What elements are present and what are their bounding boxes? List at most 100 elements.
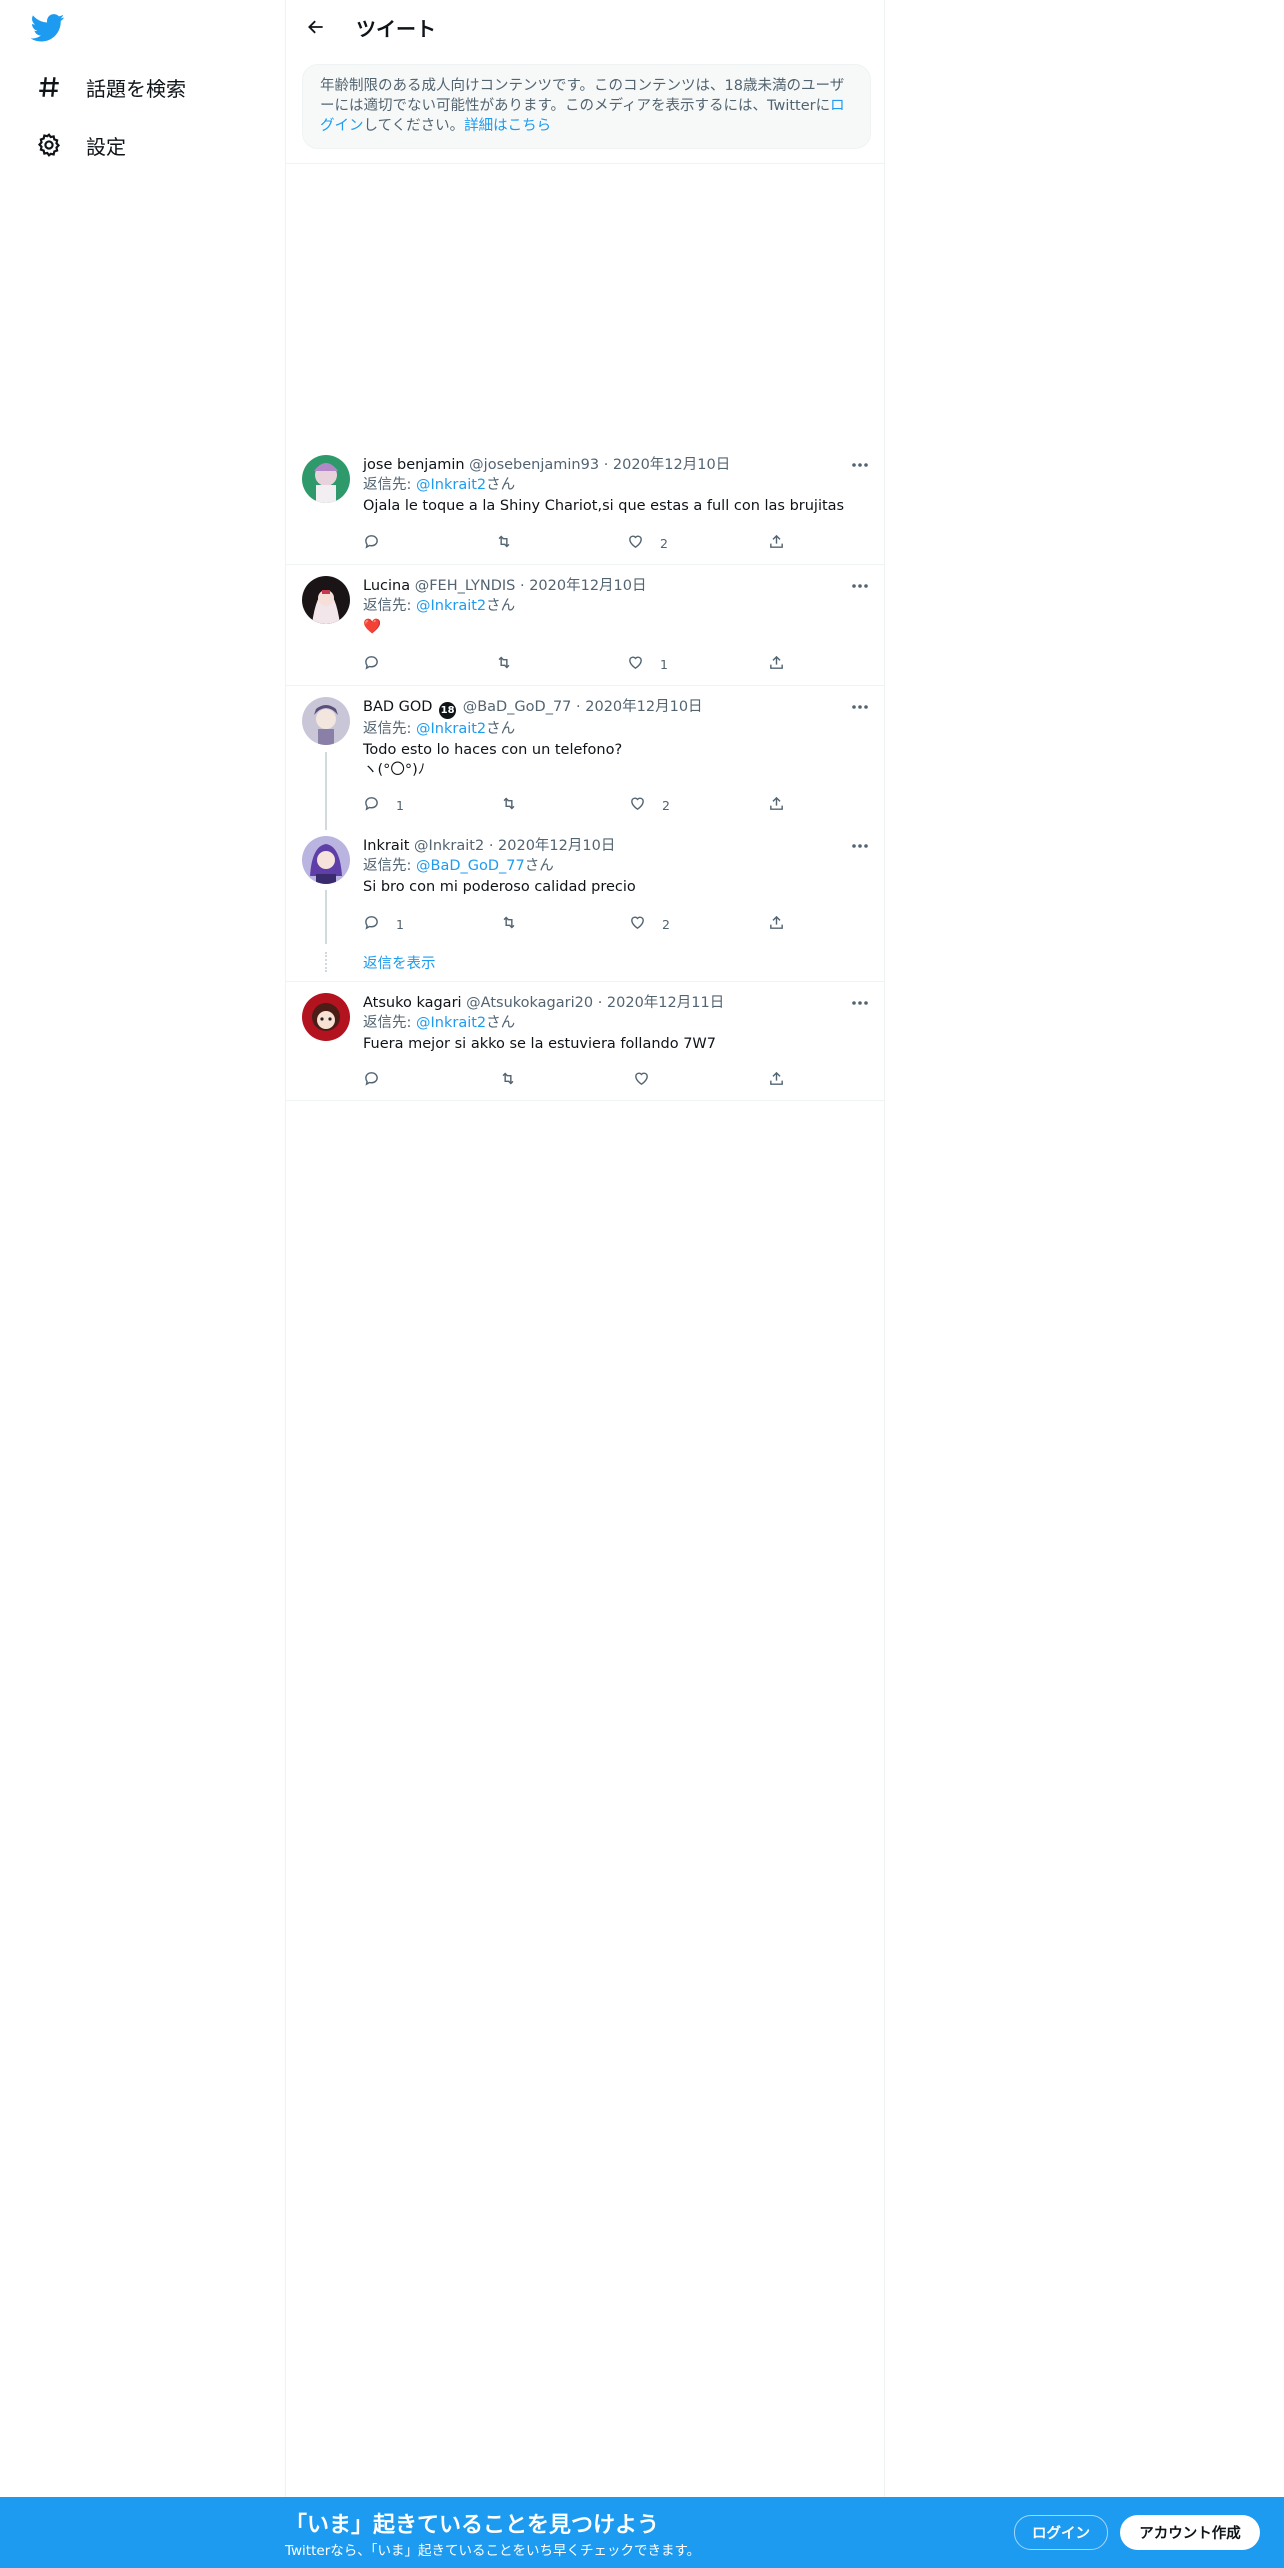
timestamp[interactable]: 2020年12月11日 <box>607 995 724 1011</box>
sidebar: 話題を検索 設定 <box>0 0 285 2568</box>
timestamp[interactable]: 2020年12月10日 <box>613 457 730 473</box>
tweet-meta: Atsuko kagari @Atsukokagari20 · 2020年12月… <box>363 993 872 1013</box>
user-handle[interactable]: @Atsukokagari20 <box>466 995 593 1011</box>
login-prompt-bar: 「いま」起きていることを見つけよう Twitterなら、「いま」起きていることを… <box>0 2497 1284 2568</box>
age-18-badge-icon: 18 <box>439 702 457 719</box>
reply-to-line: 返信先: @Inkrait2さん <box>363 475 872 496</box>
more-options-icon[interactable] <box>848 455 872 475</box>
sidebar-item-label: 設定 <box>86 134 126 159</box>
reply-to-line: 返信先: @Inkrait2さん <box>363 1013 872 1034</box>
mention-link[interactable]: @Inkrait2 <box>416 1015 486 1031</box>
like-button[interactable]: 2 <box>627 532 668 554</box>
login-button[interactable]: ログイン <box>1014 2515 1108 2550</box>
reply-suffix: さん <box>486 477 516 493</box>
tweet-text: Si bro con mi poderoso calidad precio <box>363 879 636 895</box>
more-options-icon[interactable] <box>848 836 872 856</box>
heart-icon <box>629 795 646 815</box>
heart-icon <box>627 654 644 674</box>
back-arrow-icon[interactable] <box>298 9 334 45</box>
retweet-icon <box>499 1070 517 1090</box>
reply-tweet[interactable]: Atsuko kagari @Atsukokagari20 · 2020年12月… <box>286 993 884 1100</box>
avatar[interactable] <box>302 836 350 884</box>
display-name[interactable]: BAD GOD <box>363 699 432 715</box>
reply-to-line: 返信先: @Inkrait2さん <box>363 719 872 740</box>
twitter-logo-icon[interactable] <box>30 14 65 42</box>
reply-tweet[interactable]: Lucina @FEH_LYNDIS · 2020年12月10日 返信先: @I… <box>286 576 884 685</box>
reply-tweet[interactable]: BAD GOD 18 @BaD_GoD_77 · 2020年12月10日 返信先… <box>286 697 884 822</box>
reply-tweet[interactable]: Inkrait @Inkrait2 · 2020年12月10日 返信先: @Ba… <box>286 836 884 944</box>
share-icon <box>768 1070 785 1090</box>
separator-dot: · <box>597 995 603 1011</box>
user-handle[interactable]: @BaD_GoD_77 <box>463 699 572 715</box>
reply-icon <box>363 533 380 553</box>
prompt-title: 「いま」起きていることを見つけよう <box>285 2513 660 2538</box>
sidebar-item-explore[interactable]: 話題を検索 <box>34 67 186 107</box>
avatar[interactable] <box>302 697 350 745</box>
prompt-subtitle: Twitterなら、「いま」起きていることをいち早くチェックできます。 <box>285 2543 701 2559</box>
mention-link[interactable]: @Inkrait2 <box>416 721 486 737</box>
reply-to-line: 返信先: @Inkrait2さん <box>363 596 872 617</box>
share-button[interactable] <box>768 913 785 935</box>
more-options-icon[interactable] <box>848 993 872 1013</box>
more-options-icon[interactable] <box>848 576 872 596</box>
user-handle[interactable]: @josebenjamin93 <box>469 457 599 473</box>
divider <box>286 1100 884 1101</box>
timestamp[interactable]: 2020年12月10日 <box>498 838 615 854</box>
reply-button[interactable] <box>363 653 396 675</box>
retweet-button[interactable] <box>495 532 529 554</box>
like-button[interactable] <box>633 1069 666 1091</box>
separator-dot: · <box>576 699 581 715</box>
page-header: ツイート <box>286 0 884 54</box>
reply-button[interactable]: 1 <box>363 913 404 935</box>
signup-button[interactable]: アカウント作成 <box>1120 2515 1260 2550</box>
share-icon <box>768 795 785 815</box>
tweet-meta: Lucina @FEH_LYNDIS · 2020年12月10日 <box>363 576 872 596</box>
retweet-button[interactable] <box>495 653 529 675</box>
like-button[interactable]: 1 <box>627 653 668 675</box>
share-button[interactable] <box>768 1069 785 1091</box>
like-button[interactable]: 2 <box>629 913 670 935</box>
timestamp[interactable]: 2020年12月10日 <box>585 699 702 715</box>
reply-label: 返信先: <box>363 598 416 614</box>
reply-button[interactable] <box>363 1069 396 1091</box>
reply-tweet[interactable]: jose benjamin @josebenjamin93 · 2020年12月… <box>286 455 884 564</box>
heart-icon <box>629 914 646 934</box>
user-handle[interactable]: @Inkrait2 <box>414 838 484 854</box>
more-options-icon[interactable] <box>848 697 872 717</box>
mention-link[interactable]: @Inkrait2 <box>416 598 486 614</box>
share-button[interactable] <box>768 653 785 675</box>
display-name[interactable]: Atsuko kagari <box>363 995 462 1011</box>
user-handle[interactable]: @FEH_LYNDIS <box>415 578 516 594</box>
divider <box>286 981 884 982</box>
retweet-button[interactable] <box>500 913 534 935</box>
timestamp[interactable]: 2020年12月10日 <box>529 578 646 594</box>
reply-label: 返信先: <box>363 1015 416 1031</box>
share-button[interactable] <box>768 794 785 816</box>
details-link[interactable]: 詳細はこちら <box>464 118 551 134</box>
reply-icon <box>363 914 380 934</box>
divider <box>286 564 884 565</box>
retweet-button[interactable] <box>500 794 534 816</box>
display-name[interactable]: Lucina <box>363 578 410 594</box>
avatar[interactable] <box>302 993 350 1041</box>
retweet-button[interactable] <box>499 1069 533 1091</box>
retweet-icon <box>500 795 518 815</box>
reply-button[interactable]: 1 <box>363 794 404 816</box>
show-replies-link[interactable]: 返信を表示 <box>363 952 436 973</box>
like-button[interactable]: 2 <box>629 794 670 816</box>
avatar[interactable] <box>302 576 350 624</box>
mention-link[interactable]: @BaD_GoD_77 <box>416 858 525 874</box>
reply-icon <box>363 654 380 674</box>
avatar[interactable] <box>302 455 350 503</box>
mention-link[interactable]: @Inkrait2 <box>416 477 486 493</box>
reply-count: 1 <box>396 916 404 932</box>
display-name[interactable]: jose benjamin <box>363 457 465 473</box>
tweet-actions <box>363 1069 797 1091</box>
display-name[interactable]: Inkrait <box>363 838 409 854</box>
tweet-actions: 1 <box>363 653 797 675</box>
notice-text-after: してください。 <box>363 118 465 134</box>
reply-button[interactable] <box>363 532 396 554</box>
share-button[interactable] <box>768 532 785 554</box>
tweet-meta: jose benjamin @josebenjamin93 · 2020年12月… <box>363 455 872 475</box>
sidebar-item-settings[interactable]: 設定 <box>34 125 126 165</box>
